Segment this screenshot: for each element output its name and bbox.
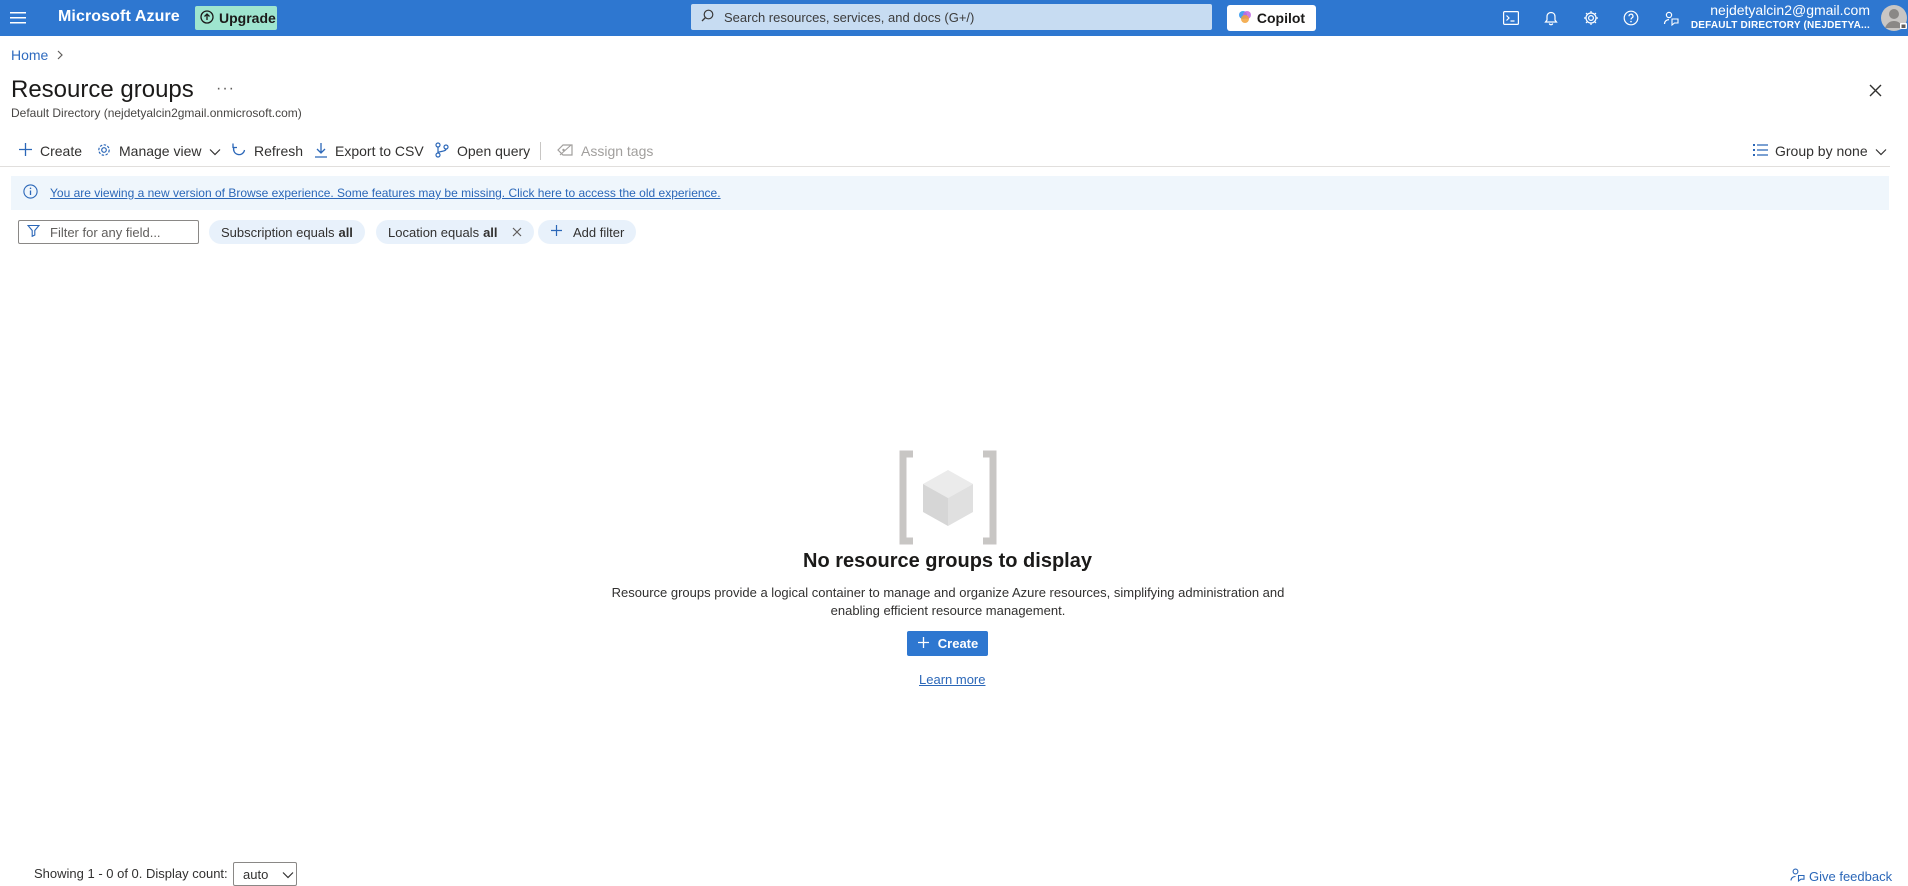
filter-input[interactable] xyxy=(50,224,190,240)
subscription-filter-value: all xyxy=(338,224,353,240)
pagination-status: Showing 1 - 0 of 0. Display count: xyxy=(34,866,228,881)
list-icon xyxy=(1752,143,1768,160)
assign-tags-button[interactable]: Assign tags xyxy=(557,139,653,163)
account-email: nejdetyalcin2@gmail.com xyxy=(1710,2,1870,18)
page-title: Resource groups xyxy=(11,76,194,103)
location-filter-label: Location equals xyxy=(388,224,480,240)
display-count-value: auto xyxy=(243,866,269,882)
feedback-person-icon xyxy=(1790,867,1805,885)
chevron-down-icon xyxy=(1875,143,1887,159)
create-button[interactable]: Create xyxy=(18,139,82,163)
refresh-button[interactable]: Refresh xyxy=(231,139,303,163)
resource-group-cube-icon xyxy=(899,450,997,545)
learn-more-link[interactable]: Learn more xyxy=(919,672,985,687)
add-filter-button[interactable]: Add filter xyxy=(538,220,637,244)
refresh-icon xyxy=(231,142,247,161)
create-resource-group-button[interactable]: Create xyxy=(907,631,988,656)
page-subtitle: Default Directory (nejdetyalcin2gmail.on… xyxy=(11,106,302,120)
remove-filter-icon[interactable] xyxy=(512,227,522,237)
display-count-select[interactable]: auto xyxy=(233,862,297,886)
empty-state-description: Resource groups provide a logical contai… xyxy=(611,585,1285,618)
settings-gear-icon[interactable] xyxy=(1579,6,1603,30)
copilot-button[interactable]: Copilot xyxy=(1227,5,1316,31)
filter-field[interactable] xyxy=(18,220,199,244)
give-feedback-label: Give feedback xyxy=(1809,868,1893,884)
create-label: Create xyxy=(40,143,83,159)
avatar[interactable] xyxy=(1880,3,1908,33)
more-options-button[interactable]: ··· xyxy=(216,80,235,98)
group-by-dropdown[interactable]: Group by none xyxy=(1752,139,1887,163)
copilot-icon xyxy=(1238,10,1252,27)
search-icon xyxy=(701,9,714,25)
help-icon[interactable] xyxy=(1619,6,1643,30)
manage-view-button[interactable]: Manage view xyxy=(96,139,221,163)
old-experience-link[interactable]: You are viewing a new version of Browse … xyxy=(50,186,721,200)
group-by-label: Group by none xyxy=(1775,143,1868,159)
chevron-down-icon xyxy=(282,867,294,882)
copilot-label: Copilot xyxy=(1256,10,1306,26)
manage-view-label: Manage view xyxy=(119,143,202,159)
filter-funnel-icon xyxy=(26,224,41,240)
subscription-filter-label: Subscription equals xyxy=(221,224,335,240)
plus-icon xyxy=(550,224,563,240)
close-icon[interactable] xyxy=(1864,79,1886,101)
info-icon xyxy=(23,184,38,202)
export-csv-button[interactable]: Export to CSV xyxy=(314,139,424,163)
plus-icon xyxy=(917,636,930,652)
refresh-label: Refresh xyxy=(254,143,304,159)
upgrade-label: Upgrade xyxy=(219,10,276,26)
top-bar: Microsoft Azure Upgrade Search resources… xyxy=(0,0,1908,36)
create-button-label: Create xyxy=(937,636,979,651)
notifications-bell-icon[interactable] xyxy=(1539,6,1563,30)
toolbar-divider xyxy=(540,142,541,160)
download-icon xyxy=(314,142,328,161)
hamburger-menu-icon[interactable] xyxy=(6,6,30,30)
chevron-down-icon xyxy=(209,143,221,159)
account-menu[interactable]: nejdetyalcin2@gmail.com DEFAULT DIRECTOR… xyxy=(1691,2,1870,32)
tag-icon xyxy=(557,143,574,160)
search-placeholder: Search resources, services, and docs (G+… xyxy=(724,9,975,25)
feedback-person-icon[interactable] xyxy=(1659,6,1683,30)
chevron-right-icon xyxy=(56,47,64,63)
subscription-filter-pill[interactable]: Subscription equals all xyxy=(209,220,365,244)
location-filter-value: all xyxy=(483,224,498,240)
upgrade-button[interactable]: Upgrade xyxy=(195,6,277,30)
open-query-button[interactable]: Open query xyxy=(434,139,530,163)
breadcrumb: Home xyxy=(11,47,64,63)
add-filter-label: Add filter xyxy=(573,224,625,240)
breadcrumb-home-link[interactable]: Home xyxy=(11,47,48,63)
command-toolbar: Create Manage view Refresh Export to CSV… xyxy=(0,134,1890,167)
gear-icon xyxy=(96,142,112,161)
query-icon xyxy=(434,141,450,161)
account-directory: DEFAULT DIRECTORY (NEJDETYA... xyxy=(1690,20,1870,31)
global-search-box[interactable]: Search resources, services, and docs (G+… xyxy=(691,4,1212,30)
assign-tags-label: Assign tags xyxy=(581,143,654,159)
upgrade-arrow-icon xyxy=(200,9,214,27)
export-csv-label: Export to CSV xyxy=(335,143,424,159)
cloud-shell-icon[interactable] xyxy=(1499,6,1523,30)
empty-state-title: No resource groups to display xyxy=(803,550,1092,572)
give-feedback-link[interactable]: Give feedback xyxy=(1790,867,1892,885)
showing-label: Showing 1 - 0 of 0. Display count: xyxy=(34,866,228,881)
brand-title[interactable]: Microsoft Azure xyxy=(58,8,180,26)
open-query-label: Open query xyxy=(457,143,531,159)
location-filter-pill[interactable]: Location equals all xyxy=(376,220,534,244)
plus-icon xyxy=(18,142,33,160)
info-banner: You are viewing a new version of Browse … xyxy=(11,176,1889,210)
